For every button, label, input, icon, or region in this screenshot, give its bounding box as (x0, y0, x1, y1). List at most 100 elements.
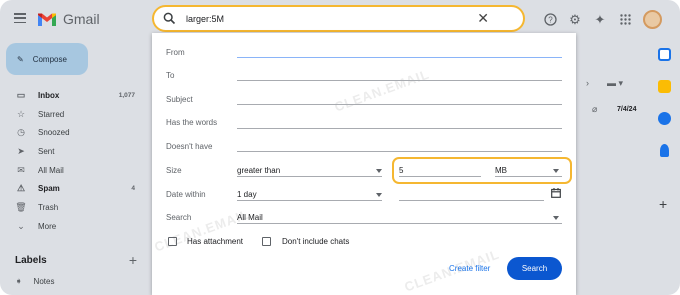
star-icon: ☆ (16, 108, 26, 119)
label-name: Notes (33, 277, 55, 286)
from-label: From (166, 48, 185, 57)
has-words-label: Has the words (166, 118, 218, 127)
attachment-icon: ⌀ (592, 104, 598, 114)
unread-count: 1,077 (118, 91, 135, 99)
to-field[interactable] (237, 80, 562, 81)
sidebar-item-label: Sent (38, 146, 55, 156)
exclude-chats-label[interactable]: Don't include chats (282, 237, 349, 246)
labels-title: Labels (15, 254, 47, 266)
watermark: CLEAN.EMAIL (332, 66, 432, 115)
search-bar[interactable]: larger:5M ✕ (152, 5, 525, 32)
size-value-input[interactable]: 5 (399, 166, 403, 175)
send-icon: ➤ (17, 145, 25, 156)
pencil-icon: ✎ (17, 54, 24, 64)
sidebar-item-label: Trash (38, 202, 59, 212)
label-item-notes[interactable]: ➧ Notes (15, 276, 54, 287)
create-filter-button[interactable]: Create filter (449, 264, 490, 273)
gmail-logo[interactable]: Gmail (37, 11, 100, 27)
spam-icon: ⚠ (16, 183, 26, 194)
side-panel: + (650, 38, 680, 295)
date-field[interactable] (399, 200, 544, 201)
sidebar-item-trash[interactable]: 🗑 Trash (0, 198, 145, 217)
has-attachment-checkbox[interactable] (168, 237, 177, 246)
chevron-right-icon[interactable]: › (586, 78, 589, 88)
labels-header: Labels + (15, 252, 137, 268)
settings-icon[interactable]: ⚙ (568, 12, 582, 27)
size-value-underline (399, 176, 481, 177)
advanced-search-panel: CLEAN.EMAIL CLEAN.EMAIL CLEAN.EMAIL From… (152, 33, 576, 295)
header-actions: ? ⚙ ✦ (543, 10, 662, 29)
sidebar-item-label: All Mail (38, 165, 64, 175)
search-in-chevron-icon[interactable] (553, 216, 559, 220)
size-highlight-box (392, 157, 572, 184)
svg-text:?: ? (548, 15, 553, 24)
gemini-icon[interactable]: ✦ (593, 12, 607, 27)
label-tag-icon: ➧ (15, 276, 23, 286)
size-unit-chevron-icon[interactable] (553, 169, 559, 173)
sidebar-item-starred[interactable]: ☆ Starred (0, 105, 145, 124)
search-in-select[interactable]: All Mail (237, 213, 263, 222)
calendar-picker-icon[interactable] (551, 188, 561, 198)
date-within-underline (237, 200, 382, 201)
add-label-icon[interactable]: + (129, 252, 137, 268)
help-icon[interactable]: ? (543, 13, 557, 27)
calendar-icon[interactable] (658, 48, 671, 61)
apps-grid-icon[interactable] (618, 13, 632, 27)
clear-search-icon[interactable]: ✕ (477, 10, 489, 27)
size-label: Size (166, 166, 182, 175)
date-within-chevron-icon[interactable] (376, 193, 382, 197)
sidebar-item-all-mail[interactable]: ✉ All Mail (0, 161, 145, 180)
app-name: Gmail (63, 11, 100, 27)
from-field[interactable] (237, 57, 562, 58)
search-icon[interactable] (163, 12, 176, 25)
sidebar-item-label: Starred (38, 109, 65, 119)
trash-icon: 🗑 (15, 201, 27, 212)
size-unit-select[interactable]: MB (495, 166, 507, 175)
sidebar-item-snoozed[interactable]: ◷ Snoozed (0, 123, 145, 142)
sidebar-item-sent[interactable]: ➤ Sent (0, 142, 145, 161)
account-avatar[interactable] (643, 10, 662, 29)
size-operator-chevron-icon[interactable] (376, 169, 382, 173)
sidebar-item-label: More (38, 221, 57, 231)
keyboard-icon[interactable]: ▬ ▾ (607, 78, 623, 89)
subject-label: Subject (166, 95, 193, 104)
keep-icon[interactable] (658, 80, 671, 93)
search-in-label: Search (166, 213, 192, 222)
compose-button[interactable]: ✎ Compose (6, 43, 88, 75)
email-date: 7/4/24 (617, 106, 637, 113)
sidebar-item-label: Inbox (38, 90, 60, 100)
size-operator-select[interactable]: greater than (237, 166, 280, 175)
has-attachment-label[interactable]: Has attachment (187, 237, 243, 246)
contacts-icon[interactable] (660, 144, 669, 157)
sidebar-item-label: Spam (38, 184, 60, 194)
size-operator-underline (237, 176, 382, 177)
sidebar-item-inbox[interactable]: ▭ Inbox 1,077 (0, 86, 145, 105)
sidebar-item-spam[interactable]: ⚠ Spam 4 (0, 179, 145, 198)
all-mail-icon: ✉ (17, 164, 25, 175)
inbox-icon: ▭ (16, 89, 26, 100)
sidebar-item-more[interactable]: ⌄ More (0, 217, 145, 236)
subject-field[interactable] (237, 104, 562, 105)
compose-label: Compose (32, 54, 67, 64)
size-unit-underline (495, 176, 562, 177)
tasks-icon[interactable] (658, 112, 671, 125)
date-within-select[interactable]: 1 day (237, 190, 257, 199)
date-within-label: Date within (166, 190, 206, 199)
search-button[interactable]: Search (507, 257, 562, 280)
to-label: To (166, 71, 175, 80)
has-words-field[interactable] (237, 128, 562, 129)
exclude-chats-checkbox[interactable] (262, 237, 271, 246)
chevron-down-icon: ⌄ (17, 220, 25, 231)
doesnt-have-field[interactable] (237, 151, 562, 152)
doesnt-have-label: Doesn't have (166, 142, 213, 151)
search-in-underline (237, 223, 562, 224)
gmail-m-icon (38, 13, 56, 26)
sidebar-item-label: Snoozed (38, 128, 70, 138)
clock-icon: ◷ (17, 127, 25, 138)
search-input[interactable]: larger:5M (186, 14, 224, 24)
main-menu-icon[interactable] (14, 13, 26, 23)
sidebar-nav: ▭ Inbox 1,077 ☆ Starred ◷ Snoozed ➤ Sent… (0, 86, 145, 236)
unread-count: 4 (131, 185, 135, 193)
add-addon-icon[interactable]: + (659, 196, 667, 212)
gmail-window: Gmail larger:5M ✕ ? ⚙ ✦ ✎ Compose ▭ Inbo… (0, 0, 680, 295)
